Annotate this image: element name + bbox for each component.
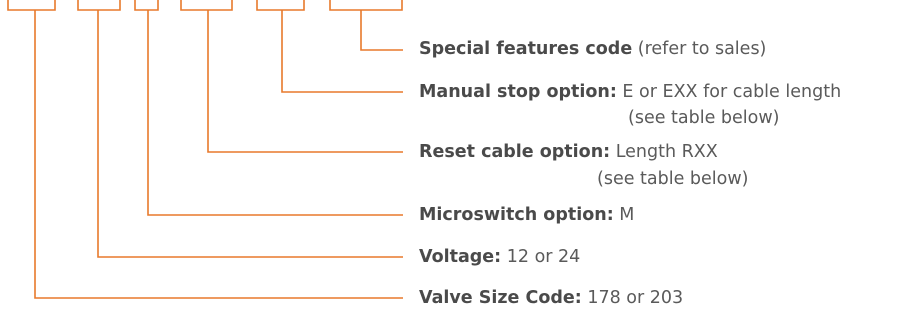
field-reset-cable-note: (see table below) [597, 169, 749, 189]
field-voltage: Voltage: 12 or 24 [419, 246, 580, 268]
field-label: Reset cable option: [419, 142, 611, 162]
bracket-voltage [77, 0, 121, 11]
field-text: (refer to sales) [632, 39, 767, 59]
field-text: 178 or 203 [581, 288, 684, 308]
field-manual-stop-note: (see table below) [628, 108, 780, 128]
bracket-reset-cable [180, 0, 233, 11]
leader-valve-size [34, 10, 403, 299]
field-label: Valve Size Code: [419, 288, 582, 308]
field-label: Special features code [419, 39, 633, 59]
leader-manual-stop [281, 10, 403, 93]
field-text: Length RXX [610, 142, 718, 162]
field-text: E or EXX for cable length [616, 82, 842, 102]
field-label: Voltage: [419, 247, 502, 267]
field-label: Manual stop option: [419, 82, 617, 102]
leader-special-features [360, 10, 403, 51]
leader-microswitch [147, 10, 403, 216]
field-label: Microswitch option: [419, 205, 614, 225]
order-code-diagram: Special features code (refer to sales) M… [0, 0, 902, 312]
bracket-valve-size [7, 0, 56, 11]
bracket-special-features [329, 0, 403, 11]
bracket-manual-stop [256, 0, 305, 11]
field-valve-size: Valve Size Code: 178 or 203 [419, 287, 683, 309]
leader-reset-cable [207, 10, 403, 153]
field-text: 12 or 24 [501, 247, 581, 267]
field-special-features: Special features code (refer to sales) [419, 38, 766, 60]
field-microswitch: Microswitch option: M [419, 204, 634, 226]
field-reset-cable: Reset cable option: Length RXX [419, 141, 718, 163]
field-manual-stop: Manual stop option: E or EXX for cable l… [419, 81, 841, 103]
leader-voltage [97, 10, 403, 258]
bracket-microswitch [134, 0, 159, 11]
field-text: M [613, 205, 635, 225]
